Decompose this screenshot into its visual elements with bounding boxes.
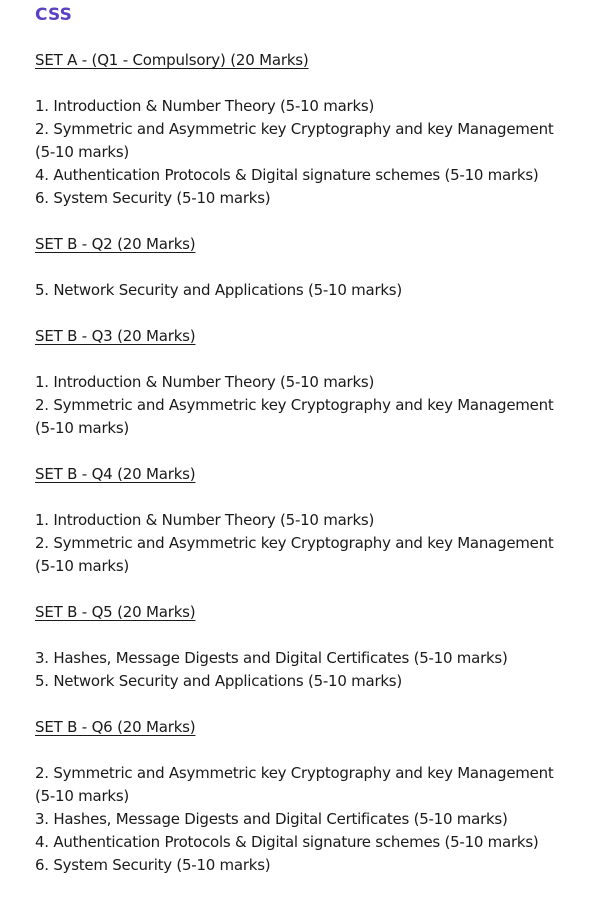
topic-list: 1. Introduction & Number Theory (5-10 ma… <box>35 95 612 210</box>
question-section: SET A - (Q1 - Compulsory) (20 Marks) 1. … <box>35 49 612 233</box>
topic-item: 5. Network Security and Applications (5-… <box>35 281 402 299</box>
topic-item: 6. System Security (5-10 marks) <box>35 856 271 874</box>
topic-list: 1. Introduction & Number Theory (5-10 ma… <box>35 371 612 440</box>
topic-list: 1. Introduction & Number Theory (5-10 ma… <box>35 509 612 578</box>
topic-item: 1. Introduction & Number Theory (5-10 ma… <box>35 97 375 115</box>
section-heading: SET B - Q6 (20 Marks) <box>35 718 196 736</box>
section-heading: SET B - Q4 (20 Marks) <box>35 465 196 483</box>
heading-spacer <box>35 624 612 647</box>
heading-spacer <box>35 72 612 95</box>
topic-list: 5. Network Security and Applications (5-… <box>35 279 612 302</box>
topic-item: 4. Authentication Protocols & Digital si… <box>35 166 539 184</box>
heading-spacer <box>35 256 612 279</box>
section-heading: SET B - Q5 (20 Marks) <box>35 603 196 621</box>
topic-item: 2. Symmetric and Asymmetric key Cryptogr… <box>35 396 554 437</box>
question-section: SET B - Q3 (20 Marks) 1. Introduction & … <box>35 325 612 463</box>
topic-list: 2. Symmetric and Asymmetric key Cryptogr… <box>35 762 612 877</box>
heading-spacer <box>35 348 612 371</box>
topic-item: 3. Hashes, Message Digests and Digital C… <box>35 649 508 667</box>
topic-item: 6. System Security (5-10 marks) <box>35 189 271 207</box>
question-section: SET B - Q4 (20 Marks) 1. Introduction & … <box>35 463 612 601</box>
topic-item: 1. Introduction & Number Theory (5-10 ma… <box>35 511 375 529</box>
document-title: CSS <box>35 5 73 25</box>
section-heading: SET A - (Q1 - Compulsory) (20 Marks) <box>35 51 309 69</box>
document-page: CSS SET A - (Q1 - Compulsory) (20 Marks)… <box>0 0 612 900</box>
topic-item: 2. Symmetric and Asymmetric key Cryptogr… <box>35 764 554 805</box>
topic-item: 1. Introduction & Number Theory (5-10 ma… <box>35 373 375 391</box>
section-heading: SET B - Q2 (20 Marks) <box>35 235 196 253</box>
question-section: SET B - Q2 (20 Marks) 5. Network Securit… <box>35 233 612 325</box>
heading-spacer <box>35 486 612 509</box>
question-section: SET B - Q6 (20 Marks) 2. Symmetric and A… <box>35 716 612 900</box>
question-section: SET B - Q5 (20 Marks) 3. Hashes, Message… <box>35 601 612 716</box>
sections-container: SET A - (Q1 - Compulsory) (20 Marks) 1. … <box>35 49 612 900</box>
heading-spacer <box>35 739 612 762</box>
topic-item: 2. Symmetric and Asymmetric key Cryptogr… <box>35 120 554 161</box>
topic-item: 5. Network Security and Applications (5-… <box>35 672 402 690</box>
title-spacer <box>35 26 612 49</box>
topic-item: 2. Symmetric and Asymmetric key Cryptogr… <box>35 534 554 575</box>
topic-list: 3. Hashes, Message Digests and Digital C… <box>35 647 612 693</box>
section-heading: SET B - Q3 (20 Marks) <box>35 327 196 345</box>
topic-item: 3. Hashes, Message Digests and Digital C… <box>35 810 508 828</box>
topic-item: 4. Authentication Protocols & Digital si… <box>35 833 539 851</box>
